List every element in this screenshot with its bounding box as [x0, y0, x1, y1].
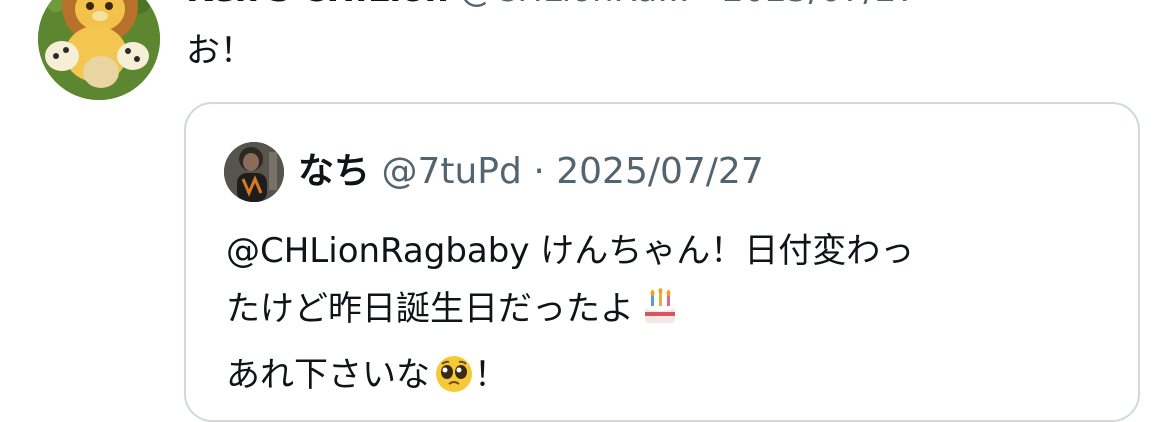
post-header: Ken's CH.Lion @CHLionRa... · 2025/07/27	[186, 0, 918, 10]
profile-photo-avatar-icon	[224, 142, 284, 202]
quoted-text-line-2-text: たけど昨日誕生日だったよ	[226, 289, 634, 329]
post-date[interactable]: 2025/07/27	[722, 0, 918, 10]
quoted-text-line-3-text: あれ下さいな	[226, 355, 430, 395]
lion-plush-avatar-icon	[38, 0, 160, 100]
post: Ken's CH.Lion @CHLionRa... · 2025/07/27 …	[0, 0, 1164, 422]
quoted-text-line-2: たけど昨日誕生日だったよ	[226, 280, 914, 346]
quoted-post-date[interactable]: 2025/07/27	[556, 151, 764, 192]
author-avatar[interactable]	[38, 0, 160, 100]
author-handle[interactable]: @CHLionRa...	[460, 0, 690, 10]
quoted-text-line-3: あれ下さいな ！	[226, 346, 914, 412]
birthday-cake-icon	[638, 288, 682, 346]
quoted-author-handle[interactable]: @7tuPd	[381, 151, 521, 192]
post-text: お！	[186, 31, 254, 71]
header-separator: ·	[701, 0, 712, 10]
pleading-face-icon	[434, 354, 474, 412]
quoted-author-name[interactable]: なち	[298, 151, 370, 192]
quoted-header-separator: ·	[533, 151, 545, 192]
quoted-text-line-3-exclamation: ！	[474, 355, 508, 395]
quoted-post-text: @CHLionRagbaby けんちゃん！日付変わっ たけど昨日誕生日だったよ	[226, 222, 914, 412]
author-name[interactable]: Ken's CH.Lion	[186, 0, 449, 10]
quoted-text-line-1: @CHLionRagbaby けんちゃん！日付変わっ	[226, 231, 915, 271]
quoted-post-card[interactable]: なち @7tuPd · 2025/07/27 @CHLionRagbaby けん…	[184, 102, 1140, 422]
quoted-post-header: なち @7tuPd · 2025/07/27	[298, 148, 764, 196]
quoted-author-avatar[interactable]	[224, 142, 284, 202]
